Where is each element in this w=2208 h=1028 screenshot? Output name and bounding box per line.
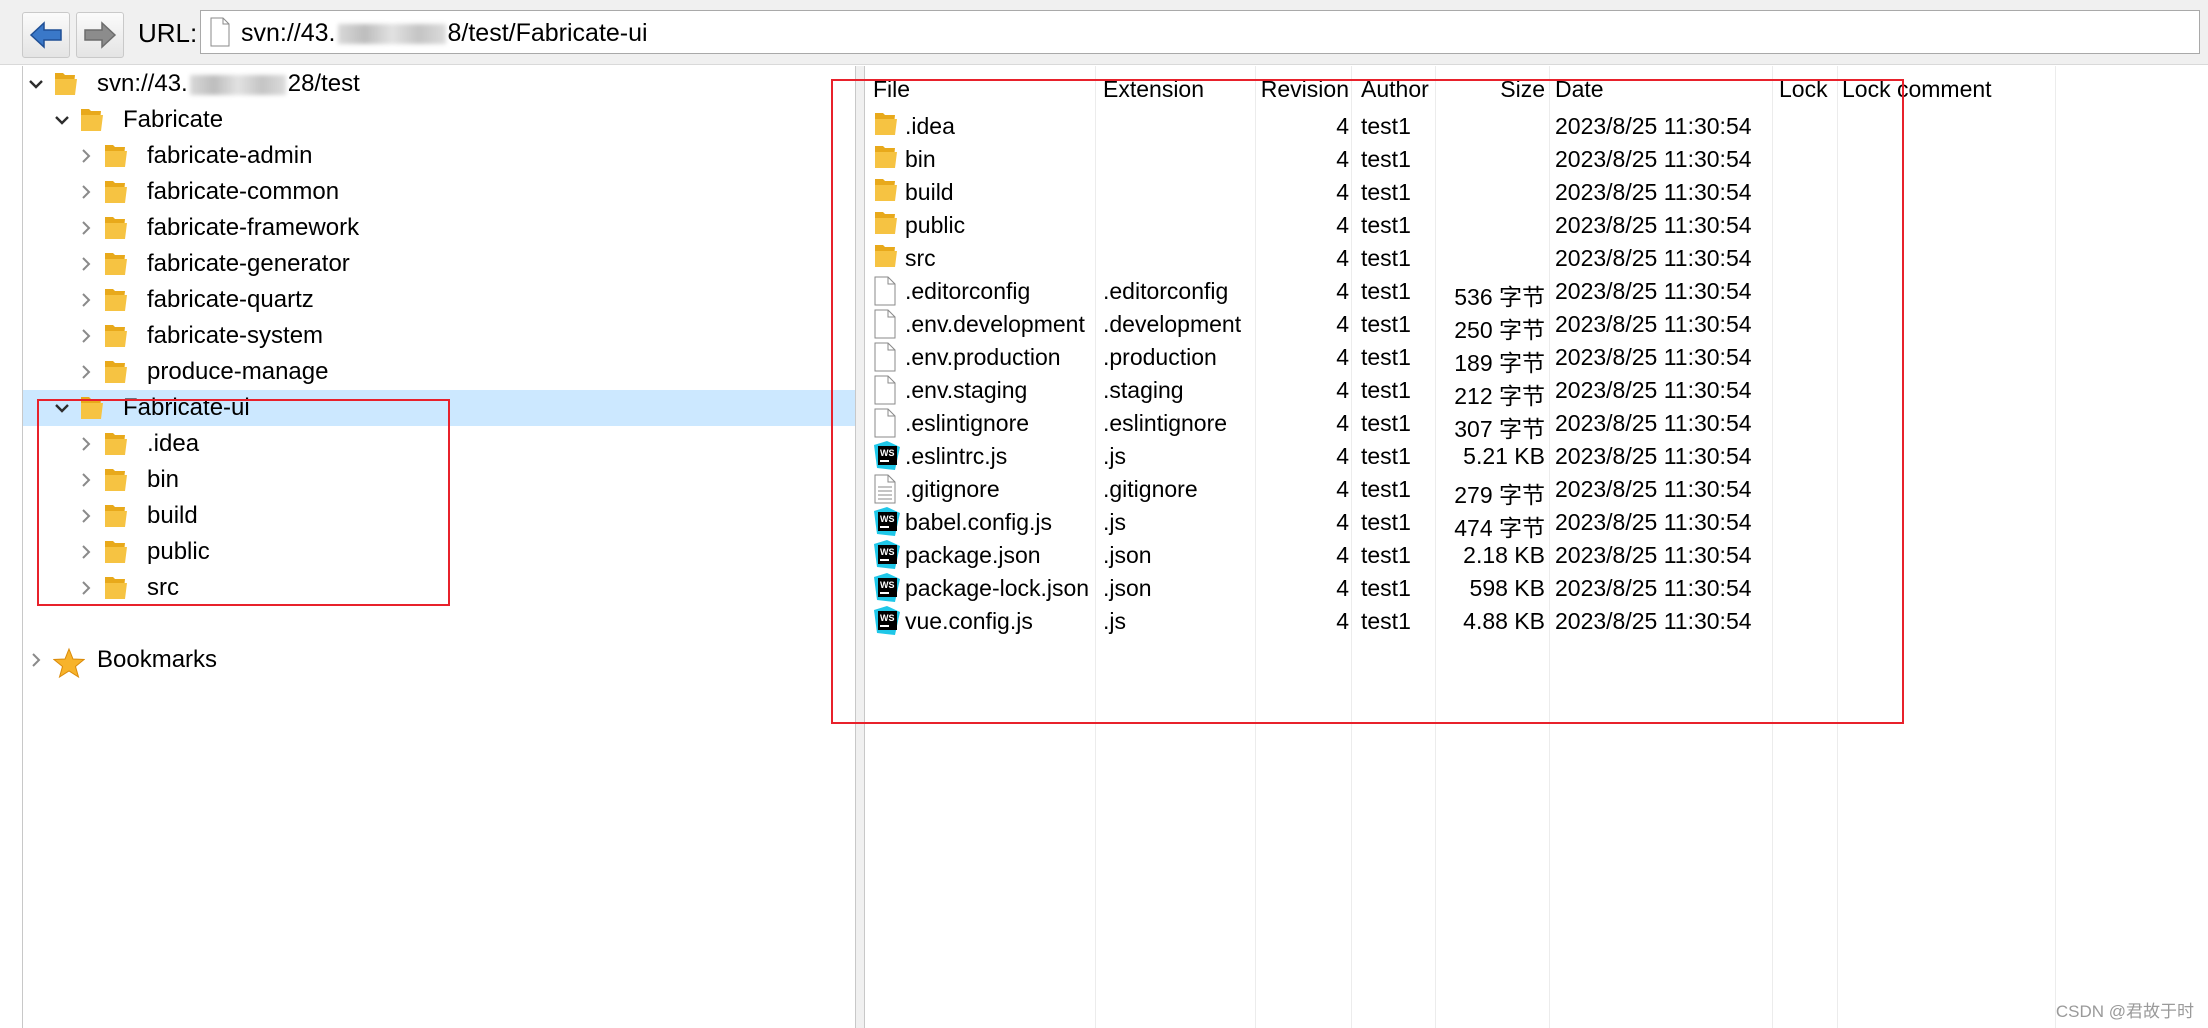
- tree-item-label: fabricate-common: [147, 178, 340, 205]
- url-text: svn://43. 8/test/Fabricate-ui: [241, 19, 648, 48]
- chevron-right-icon[interactable]: [27, 651, 45, 669]
- tree-item-label: fabricate-framework: [147, 214, 360, 241]
- url-prefix: svn://43.: [241, 19, 336, 47]
- watermark: CSDN @君故于时: [2055, 1002, 2194, 1021]
- arrow-left-icon: [29, 21, 62, 49]
- redacted-blur: [337, 24, 446, 45]
- chevron-right-icon[interactable]: [77, 183, 95, 201]
- tree-item-fabricate-common[interactable]: fabricate-common: [23, 174, 855, 210]
- tree-item-bookmarks[interactable]: Bookmarks: [23, 642, 855, 679]
- url-suffix: 8/test/Fabricate-ui: [447, 19, 648, 47]
- redacted-blur: [189, 74, 286, 95]
- tree-item-label: fabricate-system: [147, 322, 324, 349]
- folder-icon: [55, 73, 77, 95]
- url-input[interactable]: svn://43. 8/test/Fabricate-ui: [200, 10, 2200, 54]
- tree-item-fabricate-admin[interactable]: fabricate-admin: [23, 138, 855, 174]
- chevron-right-icon[interactable]: [77, 291, 95, 309]
- chevron-down-icon[interactable]: [53, 111, 71, 129]
- file-icon: [210, 17, 230, 47]
- star-icon: [53, 647, 85, 679]
- folder-icon: [105, 361, 127, 383]
- tree-item-label: fabricate-quartz: [147, 286, 314, 313]
- root-prefix: svn://43.: [97, 70, 188, 97]
- highlight-box-tree: [37, 399, 450, 606]
- url-label: URL:: [138, 18, 198, 48]
- folder-icon: [105, 181, 127, 203]
- folder-icon: [105, 145, 127, 167]
- tree-item-label: fabricate-admin: [147, 142, 313, 169]
- tree-item-label: produce-manage: [147, 358, 329, 385]
- folder-icon: [105, 253, 127, 275]
- chevron-right-icon[interactable]: [77, 327, 95, 345]
- toolbar: URL: svn://43. 8/test/Fabricate-ui: [0, 0, 2208, 65]
- chevron-right-icon[interactable]: [77, 219, 95, 237]
- root-suffix: 28/test: [287, 70, 360, 97]
- chevron-right-icon[interactable]: [77, 363, 95, 381]
- chevron-right-icon[interactable]: [77, 255, 95, 273]
- tree-item-fabricate-generator[interactable]: fabricate-generator: [23, 246, 855, 282]
- tree-item-fabricate-system[interactable]: fabricate-system: [23, 318, 855, 354]
- tree-item-label: Fabricate: [123, 106, 224, 133]
- tree-item-label: fabricate-generator: [147, 250, 350, 277]
- tree-item-fabricate[interactable]: Fabricate: [23, 102, 855, 138]
- tree-item-produce-manage[interactable]: produce-manage: [23, 354, 855, 390]
- highlight-box-files: [831, 79, 1904, 724]
- folder-icon: [81, 109, 103, 131]
- chevron-right-icon[interactable]: [77, 147, 95, 165]
- folder-icon: [105, 325, 127, 347]
- tree-item-fabricate-framework[interactable]: fabricate-framework: [23, 210, 855, 246]
- tree-item-label: svn://43. 28/test: [97, 70, 360, 98]
- folder-icon: [105, 217, 127, 239]
- tree-item-label: Bookmarks: [97, 646, 218, 673]
- back-button[interactable]: [22, 12, 70, 58]
- tree-root[interactable]: svn://43. 28/test: [23, 66, 855, 102]
- arrow-right-icon: [84, 21, 117, 49]
- chevron-down-icon[interactable]: [27, 75, 45, 93]
- folder-icon: [105, 289, 127, 311]
- forward-button[interactable]: [76, 12, 124, 58]
- tree-item-fabricate-quartz[interactable]: fabricate-quartz: [23, 282, 855, 318]
